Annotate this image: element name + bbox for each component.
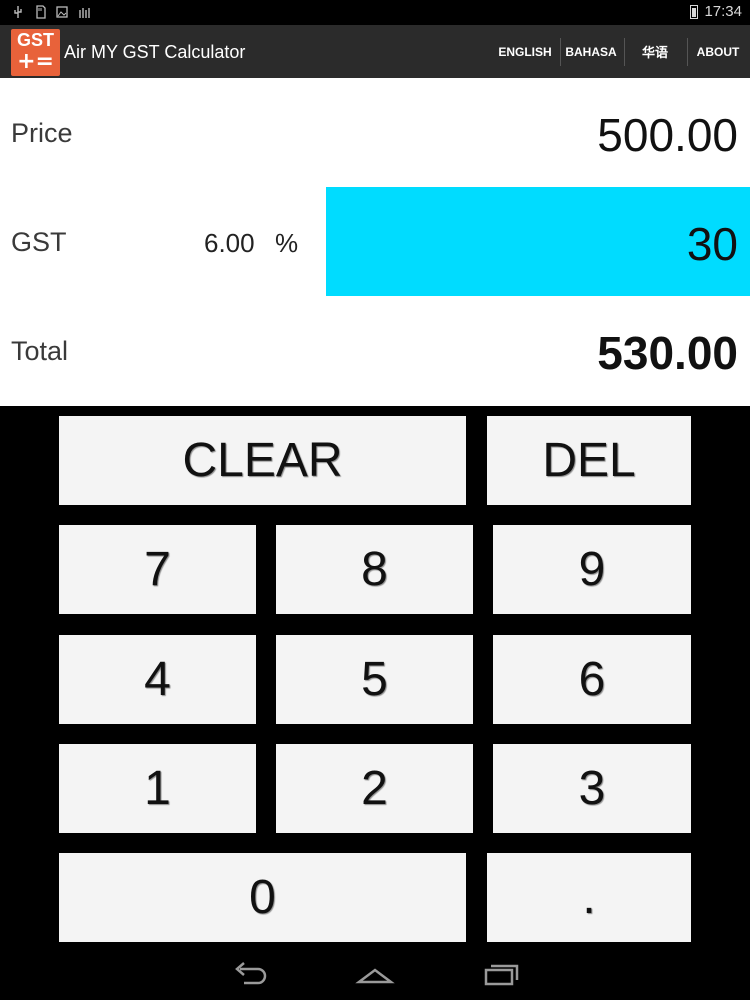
nav-chinese[interactable]: 华语 xyxy=(630,25,680,78)
status-right: 17:34 xyxy=(690,3,742,20)
nav-about[interactable]: ABOUT xyxy=(692,25,744,78)
key-2[interactable]: 2 xyxy=(276,744,473,833)
nav-divider xyxy=(624,38,625,66)
key-decimal[interactable]: . xyxy=(487,853,691,942)
logo-text: GST xyxy=(16,30,54,50)
delete-button[interactable]: DEL xyxy=(487,416,691,505)
key-6[interactable]: 6 xyxy=(493,635,691,724)
price-value[interactable]: 500.00 xyxy=(597,108,738,162)
status-icons xyxy=(12,5,90,19)
app-logo: GST += xyxy=(11,29,60,76)
gst-amount-field[interactable]: 30 xyxy=(326,187,750,296)
key-5[interactable]: 5 xyxy=(276,635,473,724)
system-nav-bar xyxy=(0,950,750,1000)
nav-divider xyxy=(560,38,561,66)
key-3[interactable]: 3 xyxy=(493,744,691,833)
status-bar: 17:34 xyxy=(0,0,750,25)
gst-amount-value: 30 xyxy=(686,218,738,270)
battery-icon xyxy=(690,4,699,19)
back-icon[interactable] xyxy=(230,960,270,990)
image-icon xyxy=(56,6,68,18)
clear-button[interactable]: CLEAR xyxy=(59,416,466,505)
gst-percent-sign: % xyxy=(275,228,299,258)
signal-bars-icon xyxy=(79,8,90,18)
key-7[interactable]: 7 xyxy=(59,525,256,614)
total-label: Total xyxy=(11,336,69,366)
price-label: Price xyxy=(11,118,73,148)
key-8[interactable]: 8 xyxy=(276,525,473,614)
gst-label: GST xyxy=(11,227,67,257)
clock: 17:34 xyxy=(704,3,742,20)
nav-english[interactable]: ENGLISH xyxy=(496,25,554,78)
key-4[interactable]: 4 xyxy=(59,635,256,724)
home-icon[interactable] xyxy=(355,960,395,990)
sd-card-icon xyxy=(36,5,46,19)
gst-rate-value[interactable]: 6.00 xyxy=(204,228,255,259)
app-title: Air MY GST Calculator xyxy=(64,42,246,62)
nav-divider xyxy=(687,38,688,66)
nav-bahasa[interactable]: BAHASA xyxy=(562,25,620,78)
key-1[interactable]: 1 xyxy=(59,744,256,833)
recent-apps-icon[interactable] xyxy=(482,960,522,990)
key-9[interactable]: 9 xyxy=(493,525,691,614)
logo-plus-equals-icon: += xyxy=(17,49,54,74)
total-value: 530.00 xyxy=(597,327,738,379)
key-0[interactable]: 0 xyxy=(59,853,466,942)
usb-icon xyxy=(14,6,22,18)
